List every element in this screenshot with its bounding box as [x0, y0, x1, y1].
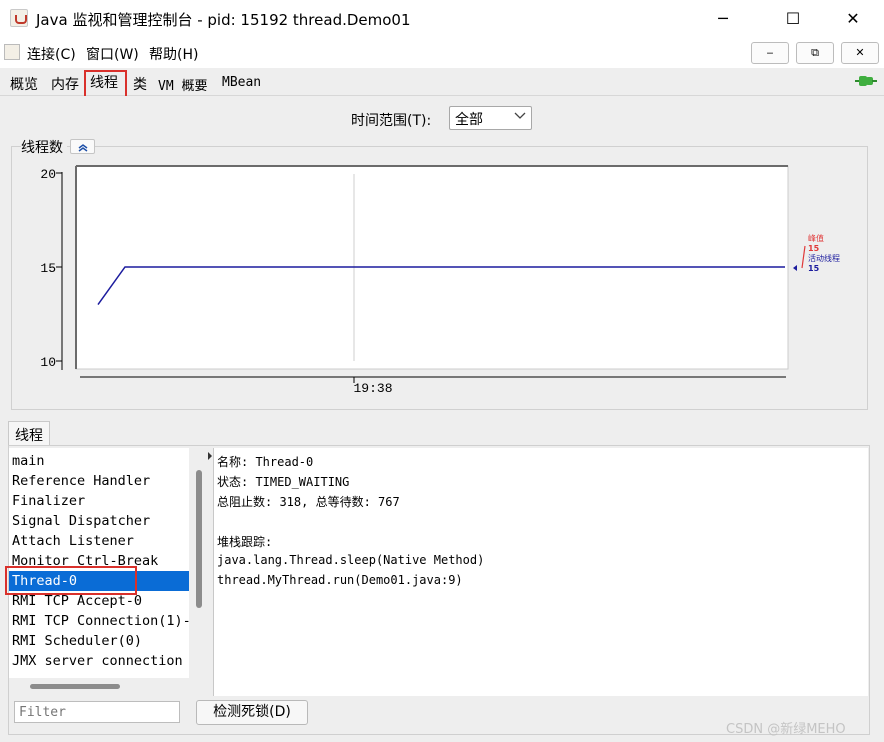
y-tick-label: 15: [40, 261, 56, 276]
threads-subtab[interactable]: 线程: [8, 421, 50, 445]
watermark: CSDN @新绿MEHO: [726, 722, 846, 737]
detect-deadlock-button[interactable]: 检测死锁(D): [196, 700, 308, 725]
stack-trace-title: 堆栈跟踪:: [217, 535, 273, 549]
thread-item[interactable]: Attach Listener: [12, 531, 134, 551]
thread-count-chart: 10152019:38 峰值15活动线程15: [40, 165, 840, 396]
y-tick-label: 10: [40, 355, 56, 370]
x-tick-label: 19:38: [353, 381, 392, 396]
legend-peak-value: 15: [808, 244, 820, 253]
stack-frame: java.lang.Thread.sleep(Native Method): [217, 553, 485, 567]
thread-item[interactable]: RMI TCP Connection(1)-: [12, 611, 189, 631]
peak-marker-line: [801, 245, 806, 269]
thread-list-horizontal-scrollbar[interactable]: [30, 684, 120, 689]
thread-list-vertical-scrollbar[interactable]: [196, 470, 202, 608]
legend-live-value: 15: [808, 264, 820, 273]
thread-item[interactable]: Reference Handler: [12, 471, 150, 491]
thread-name-line: 名称: Thread-0: [217, 455, 314, 469]
thread-highlight-box: [5, 566, 137, 595]
stack-frame: thread.MyThread.run(Demo01.java:9): [217, 573, 463, 587]
thread-item[interactable]: JMX server connection: [12, 651, 183, 671]
thread-item[interactable]: Signal Dispatcher: [12, 511, 150, 531]
legend-live-label: 活动线程: [808, 253, 840, 263]
thread-filter-input[interactable]: [14, 701, 180, 723]
thread-item[interactable]: main: [12, 451, 45, 471]
legend-peak-label: 峰值: [808, 233, 824, 243]
thread-list-items: main Reference Handler Finalizer Signal Dis…: [9, 451, 189, 679]
y-tick-label: 20: [40, 167, 56, 182]
live-threads-marker: [793, 265, 797, 271]
thread-item[interactable]: Finalizer: [12, 491, 85, 511]
thread-item[interactable]: RMI Scheduler(0): [12, 631, 142, 651]
thread-state-line: 状态: TIMED_WAITING: [217, 475, 350, 489]
thread-counts-line: 总阻止数: 318, 总等待数: 767: [217, 495, 400, 509]
